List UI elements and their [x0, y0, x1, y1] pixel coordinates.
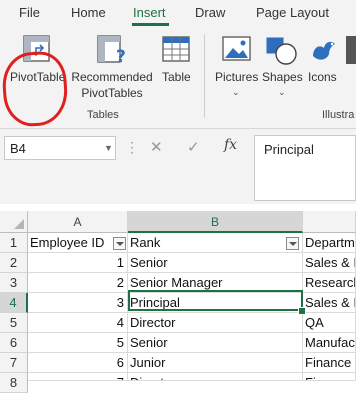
pictures-label: Pictures [215, 70, 259, 84]
ribbon: PivotTable ? Recommended PivotTables Tab… [0, 28, 356, 129]
cell-c3[interactable]: Research [303, 273, 356, 293]
tables-group-label: Tables [87, 109, 119, 121]
filter-dropdown-icon[interactable] [113, 237, 126, 250]
insert-function-icon[interactable]: fx [224, 137, 237, 153]
menu-page-layout[interactable]: Page Layout [256, 5, 329, 20]
illustrations-group-label: Illustra [322, 109, 355, 121]
annotation-circle [0, 49, 70, 129]
pictures-button[interactable]: Pictures ⌄ [212, 30, 260, 102]
recommended-pivottables-icon: ? [97, 35, 126, 66]
shapes-icon [266, 37, 297, 65]
menu-home[interactable]: Home [71, 5, 106, 20]
cell-b1[interactable]: Rank [128, 233, 303, 253]
menu-insert[interactable]: Insert [133, 5, 166, 20]
active-cell-selection [128, 290, 303, 311]
column-header-c[interactable] [303, 211, 356, 233]
enter-entry-icon[interactable]: ✓ [187, 138, 200, 156]
name-box-dropdown-icon[interactable]: ▼ [104, 143, 113, 153]
svg-text:?: ? [116, 47, 126, 66]
cell-c1[interactable]: Departm [303, 233, 356, 253]
fill-handle[interactable] [298, 307, 306, 315]
cell-b6[interactable]: Senior [128, 333, 303, 353]
cell-c7[interactable]: Finance [303, 353, 356, 373]
shapes-label: Shapes [262, 70, 303, 84]
cell-c4[interactable]: Sales & I [303, 293, 356, 313]
formula-bar-grip-icon: ⋮ [125, 139, 139, 155]
pictures-icon [222, 36, 251, 61]
cancel-entry-icon[interactable]: ✕ [150, 138, 163, 156]
rank-header: Rank [130, 235, 161, 250]
table-button[interactable]: Table [156, 30, 196, 96]
row-header-7[interactable]: 7 [0, 353, 28, 373]
row-header-5[interactable]: 5 [0, 313, 28, 333]
worksheet-grid: A B 1 Employee ID Rank Departm 2 1 Senio… [0, 204, 356, 393]
cell-a5[interactable]: 4 [28, 313, 128, 333]
select-all-corner[interactable] [0, 211, 28, 233]
row-header-8[interactable]: 8 [0, 373, 28, 393]
active-tab-indicator [132, 23, 169, 26]
cell-a4[interactable]: 3 [28, 293, 128, 313]
select-all-triangle-icon [14, 219, 24, 229]
row-header-2[interactable]: 2 [0, 253, 28, 273]
menu-draw[interactable]: Draw [195, 5, 225, 20]
icons-label: Icons [308, 70, 337, 84]
row-header-3[interactable]: 3 [0, 273, 28, 293]
cell-a8[interactable]: 7 [28, 373, 128, 381]
icons-button[interactable]: Icons [305, 30, 345, 96]
cell-b8[interactable]: Director [128, 373, 303, 381]
filter-dropdown-icon[interactable] [286, 237, 299, 250]
recommended-label-line1: Recommended [71, 70, 153, 84]
shapes-button[interactable]: Shapes ⌄ [260, 30, 304, 102]
table-label: Table [162, 70, 191, 84]
ribbon-separator [204, 34, 205, 118]
menu-file[interactable]: File [19, 5, 40, 20]
icons-icon [313, 41, 335, 60]
shapes-dropdown-icon[interactable]: ⌄ [278, 87, 286, 98]
employee-id-header: Employee ID [30, 235, 105, 250]
cell-a7[interactable]: 6 [28, 353, 128, 373]
cell-c8[interactable]: Finance [303, 373, 356, 381]
3d-models-icon-partial[interactable] [346, 36, 356, 64]
cell-c5[interactable]: QA [303, 313, 356, 333]
cell-a2[interactable]: 1 [28, 253, 128, 273]
table-icon [162, 36, 190, 62]
recommended-label-line2: PivotTables [81, 86, 143, 100]
cell-b2[interactable]: Senior [128, 253, 303, 273]
name-box[interactable]: B4 [4, 136, 116, 160]
formula-input[interactable]: Principal [254, 135, 356, 201]
column-header-a[interactable]: A [28, 211, 128, 233]
cell-b7[interactable]: Junior [128, 353, 303, 373]
cell-a3[interactable]: 2 [28, 273, 128, 293]
cell-c6[interactable]: Manufac [303, 333, 356, 353]
row-header-4[interactable]: 4 [0, 293, 28, 313]
pictures-dropdown-icon[interactable]: ⌄ [232, 87, 240, 98]
formula-bar-area: B4 ▼ ⋮ ✕ ✓ fx Principal [0, 129, 356, 204]
row-header-1[interactable]: 1 [0, 233, 28, 253]
column-header-b[interactable]: B [128, 211, 303, 233]
cell-c2[interactable]: Sales & I [303, 253, 356, 273]
menu-bar: File Home Insert Draw Page Layout [0, 0, 356, 28]
cell-a6[interactable]: 5 [28, 333, 128, 353]
recommended-pivottables-button[interactable]: ? Recommended PivotTables [70, 30, 154, 100]
cell-b5[interactable]: Director [128, 313, 303, 333]
row-header-6[interactable]: 6 [0, 333, 28, 353]
